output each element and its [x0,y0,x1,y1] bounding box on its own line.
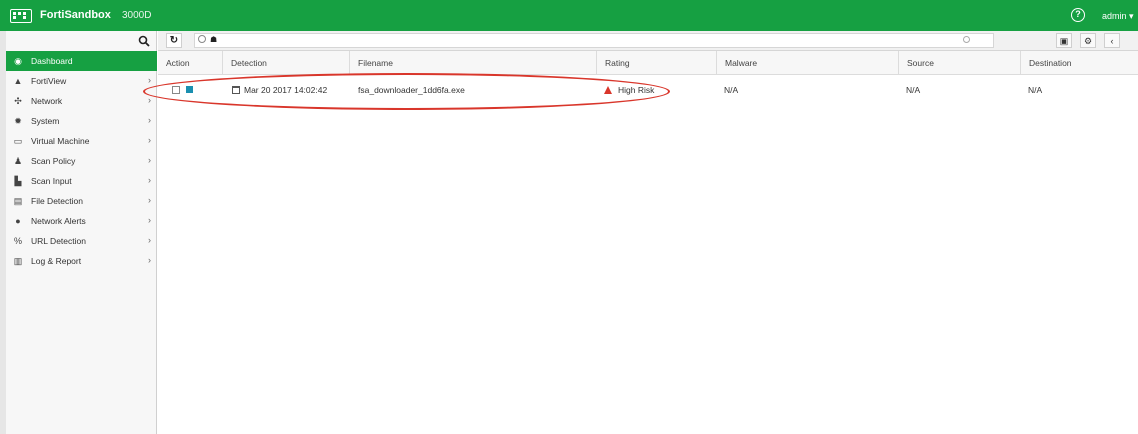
sidebar-item-dashboard[interactable]: ◉ Dashboard [6,51,157,71]
dashboard-icon: ◉ [14,56,22,66]
help-icon[interactable]: ? [1071,8,1085,22]
sidebar-item-label: FortiView [31,76,67,86]
filename[interactable]: fsa_downloader_1dd6fa.exe [358,78,465,102]
sidebar-item-label: System [31,116,60,126]
warning-icon [604,86,612,94]
sidebar-item-url-detection[interactable]: % URL Detection › [6,231,157,251]
sidebar-item-log-report[interactable]: ▥ Log & Report › [6,251,157,271]
sidebar-item-label: URL Detection [31,236,86,246]
chevron-right-icon: › [148,215,151,225]
refresh-button[interactable]: ↻ [166,33,182,48]
detection-time: Mar 20 2017 14:02:42 [244,85,328,95]
sidebar-item-label: Virtual Machine [31,136,90,146]
rating: High Risk [618,85,655,95]
sidebar-item-system[interactable]: ✹ System › [6,111,157,131]
filter-icon[interactable]: ☗ [210,35,217,44]
chevron-right-icon: › [148,175,151,185]
chevron-right-icon: › [148,135,151,145]
gears-icon: ⚙ [1083,36,1093,46]
collapse-button[interactable]: ‹ [1104,33,1120,48]
destination: N/A [1028,85,1043,95]
settings-button[interactable]: ⚙ [1080,33,1096,48]
sidebar-item-label: Scan Policy [31,156,76,166]
gear-icon: ✹ [14,116,22,126]
app-name: FortiSandbox [40,9,111,21]
column-header-malware[interactable]: Malware [716,51,898,75]
network-icon: ✣ [14,96,22,106]
chevron-left-icon: ‹ [1110,36,1114,46]
column-header-detection[interactable]: Detection [222,51,349,75]
top-bar: FortiSandbox 3000D ? admin ▾ [0,0,1138,31]
pdf-icon: ▣ [1059,36,1069,46]
column-header-filename[interactable]: Filename [349,51,596,75]
sidebar-item-network[interactable]: ✣ Network › [6,91,157,111]
chevron-right-icon: › [148,95,151,105]
search-icon[interactable] [138,35,150,47]
column-header-rating[interactable]: Rating [596,51,716,75]
malware: N/A [724,85,739,95]
calendar-icon [232,86,240,94]
column-header-action[interactable]: Action [158,51,222,75]
sidebar-item-label: Dashboard [31,56,73,66]
sidebar-item-label: Scan Input [31,176,72,186]
chevron-right-icon: › [148,155,151,165]
sidebar-item-label: Network [31,96,63,106]
link-icon: % [13,236,22,246]
edit-icon[interactable] [172,86,180,94]
refresh-icon: ↻ [169,35,179,46]
sidebar-item-scan-input[interactable]: ▙ Scan Input › [6,171,157,191]
user-policy-icon: ♟ [13,156,23,166]
sidebar-item-label: File Detection [31,196,83,206]
sidebar-item-scan-policy[interactable]: ♟ Scan Policy › [6,151,157,171]
clear-search-icon[interactable] [963,36,970,43]
export-pdf-button[interactable]: ▣ [1056,33,1072,48]
chevron-right-icon: › [148,115,151,125]
sidebar-item-virtual-machine[interactable]: ▭ Virtual Machine › [6,131,157,151]
chart-area-icon: ▲ [13,76,23,86]
table-row[interactable]: Mar 20 2017 14:02:42 fsa_downloader_1dd6… [158,78,1138,102]
sidebar-item-fortiview[interactable]: ▲ FortiView › [6,71,157,91]
device-model: 3000D [122,10,152,21]
sidebar-item-label: Log & Report [31,256,82,266]
monitor-icon: ▭ [13,136,23,146]
scan-input-icon: ▙ [14,176,22,186]
search-icon [198,35,206,43]
toolbar: ↻ ☗ ▣ ⚙ ‹ [158,31,1138,51]
chevron-right-icon: › [148,75,151,85]
globe-icon: ● [15,216,21,226]
table-header: Action Detection Filename Rating Malware… [158,51,1138,75]
source: N/A [906,85,921,95]
file-icon: ▤ [13,196,23,206]
chevron-right-icon: › [148,235,151,245]
column-header-destination[interactable]: Destination [1020,51,1138,75]
sidebar-item-file-detection[interactable]: ▤ File Detection › [6,191,157,211]
details-icon[interactable] [186,86,193,93]
sidebar: ◉ Dashboard ▲ FortiView › ✣ Network › ✹ … [0,31,157,434]
sidebar-item-network-alerts[interactable]: ● Network Alerts › [6,211,157,231]
sidebar-item-label: Network Alerts [31,216,86,226]
chevron-right-icon: › [148,255,151,265]
chevron-right-icon: › [148,195,151,205]
column-header-source[interactable]: Source [898,51,1020,75]
search-input[interactable] [194,33,994,48]
user-name: admin [1102,11,1127,21]
user-menu[interactable]: admin ▾ [1102,11,1134,22]
fortinet-logo-icon [10,9,32,23]
bar-chart-icon: ▥ [13,256,23,266]
